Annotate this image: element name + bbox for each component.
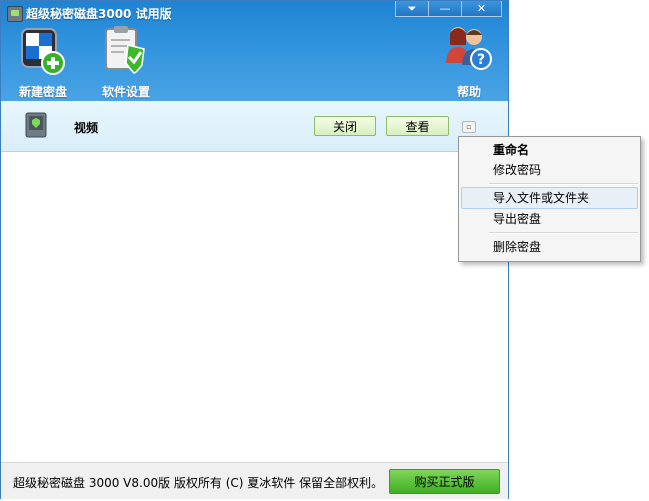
close-disk-button[interactable]: 关闭	[314, 116, 376, 136]
window-title: 超级秘密磁盘3000 试用版	[26, 7, 172, 21]
status-footer: 超级秘密磁盘 3000 V8.00版 版权所有 (C) 夏冰软件 保留全部权利。…	[1, 462, 508, 499]
disk-list-item[interactable]: 视频 关闭 查看	[1, 101, 508, 152]
disk-more-button[interactable]: ▫	[462, 121, 476, 133]
svg-text:?: ?	[477, 52, 485, 68]
help-label: 帮助	[456, 85, 481, 99]
close-window-button[interactable]: ✕	[461, 1, 502, 17]
disk-name: 视频	[74, 121, 99, 135]
main-window: 超级秘密磁盘3000 试用版 ⏷ — ✕ 新建密盘 软件设置 ? 帮助 视频 关…	[0, 0, 509, 499]
menu-item-export[interactable]: 导出密盘	[461, 208, 638, 230]
disk-context-menu: 重命名 修改密码 导入文件或文件夹 导出密盘 删除密盘	[458, 136, 641, 262]
title-bar: 超级秘密磁盘3000 试用版 ⏷ — ✕ 新建密盘 软件设置 ? 帮助	[1, 1, 508, 101]
menu-item-change-password[interactable]: 修改密码	[461, 159, 638, 181]
view-disk-button[interactable]: 查看	[386, 116, 449, 136]
new-disk-label: 新建密盘	[18, 85, 67, 99]
menu-item-import[interactable]: 导入文件或文件夹	[461, 187, 638, 209]
help-users-icon: ?	[446, 27, 492, 70]
menu-item-delete[interactable]: 删除密盘	[461, 236, 638, 258]
locked-disk-icon	[25, 112, 47, 138]
window-controls: ⏷ — ✕	[395, 1, 503, 19]
copyright-text: 超级秘密磁盘 3000 V8.00版 版权所有 (C) 夏冰软件 保留全部权利。	[13, 476, 384, 490]
settings-label: 软件设置	[101, 85, 150, 99]
menu-separator	[489, 183, 638, 185]
buy-full-version-button[interactable]: 购买正式版	[389, 469, 500, 494]
app-disk-icon	[7, 6, 23, 22]
menu-separator	[489, 232, 638, 234]
clipboard-check-icon	[105, 26, 145, 74]
minimize-button[interactable]: —	[428, 1, 462, 17]
new-disk-icon	[21, 28, 65, 75]
menu-dropdown-button[interactable]: ⏷	[395, 1, 429, 17]
menu-item-rename[interactable]: 重命名	[461, 139, 638, 161]
